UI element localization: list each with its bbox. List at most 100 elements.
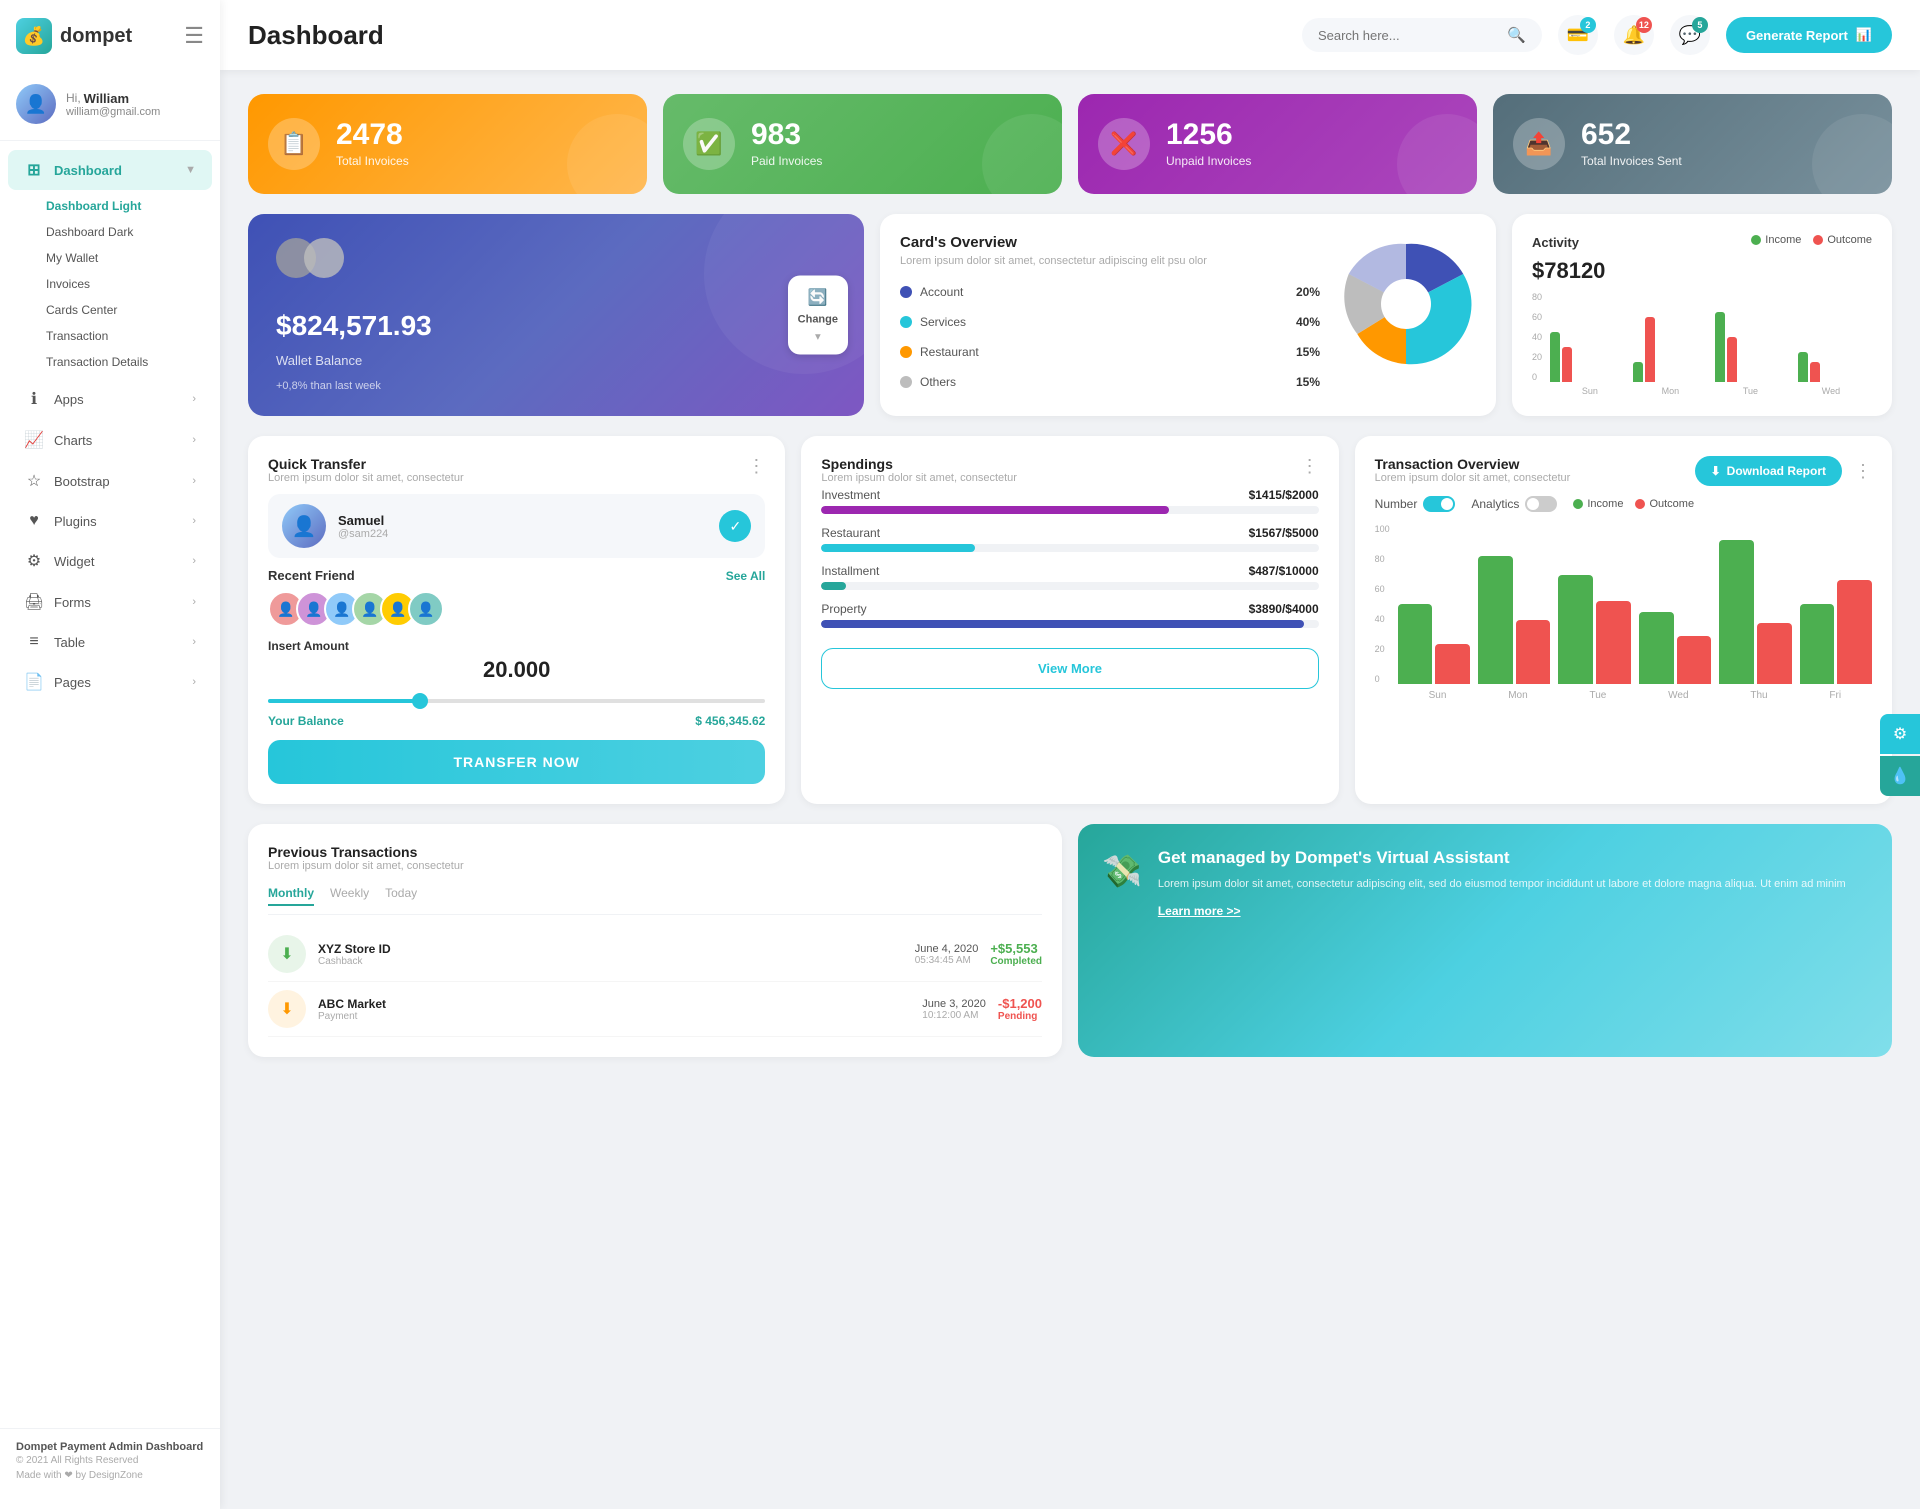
to-bar-tue-income xyxy=(1558,575,1593,684)
activity-amount: $78120 xyxy=(1532,258,1872,284)
to-outcome-dot xyxy=(1635,499,1645,509)
sidebar-footer: Dompet Payment Admin Dashboard © 2021 Al… xyxy=(0,1428,220,1493)
nav-transaction-details[interactable]: Transaction Details xyxy=(46,349,220,375)
charts-icon: 📈 xyxy=(24,430,44,450)
amount-slider[interactable] xyxy=(268,699,765,703)
menu-toggle[interactable]: ☰ xyxy=(184,23,204,49)
forms-icon: 🖨 xyxy=(24,592,44,612)
nav-my-wallet[interactable]: My Wallet xyxy=(46,245,220,271)
number-toggle[interactable] xyxy=(1423,496,1455,512)
nav-transaction[interactable]: Transaction xyxy=(46,323,220,349)
va-link[interactable]: Learn more >> xyxy=(1158,904,1241,918)
nav-charts[interactable]: 📈 Charts › xyxy=(8,420,212,460)
spending-property: Property $3890/$4000 xyxy=(821,602,1318,628)
va-banner: 💸 Get managed by Dompet's Virtual Assist… xyxy=(1078,824,1892,1057)
nav-cards-center[interactable]: Cards Center xyxy=(46,297,220,323)
spending-property-amount: $3890/$4000 xyxy=(1249,602,1319,616)
ptx-tab-weekly[interactable]: Weekly xyxy=(330,886,369,906)
card-circle-2 xyxy=(304,238,344,278)
water-float-btn[interactable]: 💧 xyxy=(1880,756,1920,796)
stat-number-unpaid: 1256 xyxy=(1166,120,1251,150)
floating-buttons: ⚙ 💧 xyxy=(1880,714,1920,796)
wallet-label: Wallet Balance xyxy=(276,353,836,368)
nav-invoices[interactable]: Invoices xyxy=(46,271,220,297)
qt-user-handle: @sam224 xyxy=(338,528,388,540)
nav-apps[interactable]: ℹ Apps › xyxy=(8,379,212,419)
ptx-tab-monthly[interactable]: Monthly xyxy=(268,886,314,906)
nav-table[interactable]: ≡ Table › xyxy=(8,623,212,661)
ptx-type-2: Payment xyxy=(318,1011,910,1022)
spending-property-bar xyxy=(821,620,1303,628)
nav-plugins[interactable]: ♥ Plugins › xyxy=(8,502,212,540)
nav-forms[interactable]: 🖨 Forms › xyxy=(8,582,212,622)
to-title: Transaction Overview xyxy=(1375,456,1571,472)
nav-apps-label: Apps xyxy=(54,392,84,407)
ptx-name-1: XYZ Store ID xyxy=(318,942,903,956)
nav-bootstrap[interactable]: ☆ Bootstrap › xyxy=(8,461,212,501)
change-btn[interactable]: 🔄 Change ▾ xyxy=(788,276,848,355)
main-content: Dashboard 🔍 💳 2 🔔 12 💬 5 Generate Report… xyxy=(220,0,1920,1509)
va-icon: 💸 xyxy=(1102,852,1142,890)
nav-widget[interactable]: ⚙ Widget › xyxy=(8,541,212,581)
wallet-badge: 2 xyxy=(1580,17,1596,33)
pie-chart xyxy=(1336,234,1476,396)
rf-label: Recent Friend xyxy=(268,568,355,583)
spending-restaurant: Restaurant $1567/$5000 xyxy=(821,526,1318,552)
spending-installment-amount: $487/$10000 xyxy=(1249,564,1319,578)
nav: ⊞ Dashboard ▼ Dashboard Light Dashboard … xyxy=(0,141,220,1428)
pages-icon: 📄 xyxy=(24,672,44,692)
chevron-down-icon: ▼ xyxy=(185,164,196,176)
ptx-item-1: ⬇ XYZ Store ID Cashback June 4, 2020 05:… xyxy=(268,927,1042,982)
ptx-icon-2: ⬇ xyxy=(268,990,306,1028)
prev-tx-section: Previous Transactions Lorem ipsum dolor … xyxy=(248,824,1892,1057)
to-chart: 100 80 60 40 20 0 xyxy=(1375,524,1872,701)
chevron-right-icon6: › xyxy=(192,596,196,608)
ptx-status-2: Pending xyxy=(998,1011,1042,1022)
analytics-toggle[interactable] xyxy=(1525,496,1557,512)
download-report-btn[interactable]: ⬇ Download Report xyxy=(1695,456,1842,486)
card-overview-panel: Card's Overview Lorem ipsum dolor sit am… xyxy=(880,214,1496,416)
services-dot xyxy=(900,316,912,328)
nav-dashboard[interactable]: ⊞ Dashboard ▼ xyxy=(8,150,212,190)
to-bar-sun-income xyxy=(1398,604,1433,684)
insert-label: Insert Amount xyxy=(268,639,765,653)
refresh-icon: 🔄 xyxy=(808,288,828,308)
wallet-icon-btn[interactable]: 💳 2 xyxy=(1558,15,1598,55)
act-legend: Income Outcome xyxy=(1751,234,1872,246)
settings-float-btn[interactable]: ⚙ xyxy=(1880,714,1920,754)
transaction-overview-card: Transaction Overview Lorem ipsum dolor s… xyxy=(1355,436,1892,804)
outcome-legend-dot xyxy=(1813,235,1823,245)
qt-user-name: Samuel xyxy=(338,513,388,528)
to-more-icon[interactable]: ⋮ xyxy=(1854,461,1872,482)
outcome-legend-label: Outcome xyxy=(1827,234,1872,246)
generate-report-btn[interactable]: Generate Report 📊 xyxy=(1726,17,1892,53)
to-income-label: Income xyxy=(1587,498,1623,510)
nav-pages[interactable]: 📄 Pages › xyxy=(8,662,212,702)
co-restaurant-name: Restaurant xyxy=(920,345,1288,359)
qt-title: Quick Transfer xyxy=(268,456,464,472)
nav-dashboard-dark[interactable]: Dashboard Dark xyxy=(46,219,220,245)
transfer-btn[interactable]: TRANSFER NOW xyxy=(268,740,765,784)
footer-made: Made with ❤ by DesignZone xyxy=(16,1470,204,1481)
bell-icon-btn[interactable]: 🔔 12 xyxy=(1614,15,1654,55)
widget-icon: ⚙ xyxy=(24,551,44,571)
balance-label: Your Balance xyxy=(268,714,344,728)
nav-dashboard-light[interactable]: Dashboard Light xyxy=(46,193,220,219)
search-input[interactable] xyxy=(1318,28,1499,43)
spending-restaurant-name: Restaurant xyxy=(821,526,880,540)
chevron-right-icon: › xyxy=(192,393,196,405)
ptx-tab-today[interactable]: Today xyxy=(385,886,417,906)
to-bar-wed-outcome xyxy=(1677,636,1712,684)
chevron-right-icon8: › xyxy=(192,676,196,688)
chat-icon-btn[interactable]: 💬 5 xyxy=(1670,15,1710,55)
qt-desc: Lorem ipsum dolor sit amet, consectetur xyxy=(268,472,464,484)
spendings-more-icon[interactable]: ⋮ xyxy=(1301,456,1319,477)
view-more-btn[interactable]: View More xyxy=(821,648,1318,689)
bar-sun-income xyxy=(1550,332,1560,382)
see-all-btn[interactable]: See All xyxy=(726,569,766,583)
qt-more-icon[interactable]: ⋮ xyxy=(747,456,765,477)
plugins-icon: ♥ xyxy=(24,512,44,530)
chevron-right-icon5: › xyxy=(192,555,196,567)
stat-label-paid: Paid Invoices xyxy=(751,154,822,168)
ptx-time-2: 10:12:00 AM xyxy=(922,1010,986,1021)
